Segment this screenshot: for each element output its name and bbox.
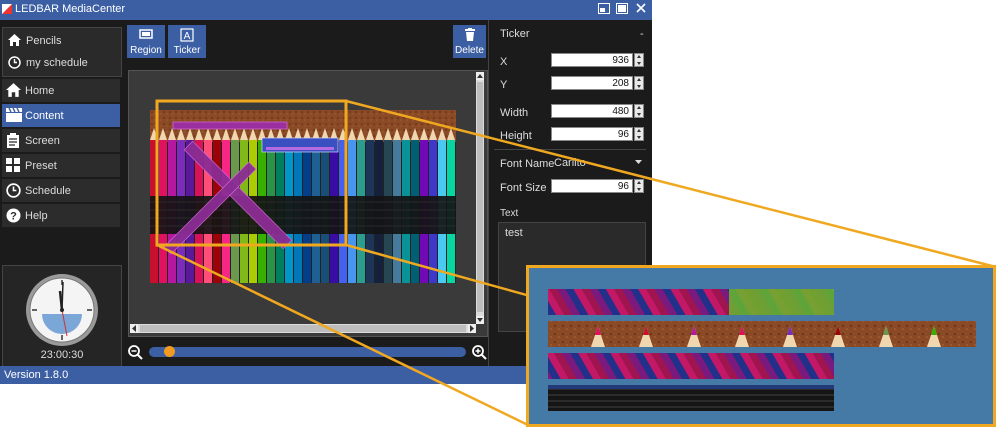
y-spinner[interactable] — [634, 76, 644, 90]
font-size-label: Font Size — [500, 182, 547, 194]
home-icon — [6, 83, 21, 97]
clipboard-icon — [7, 133, 19, 148]
height-label: Height — [500, 130, 532, 142]
close-icon — [636, 3, 646, 13]
maximize-icon — [616, 3, 628, 14]
font-name-select[interactable]: Carlito — [551, 155, 644, 170]
zoom-detail-panel — [526, 265, 996, 427]
region-icon — [139, 29, 153, 39]
region-label: Region — [130, 45, 162, 56]
zoom-in-icon[interactable] — [472, 345, 487, 360]
nav-label: Content — [25, 110, 64, 122]
divider — [494, 149, 646, 150]
y-label: Y — [500, 79, 508, 91]
close-button[interactable] — [634, 3, 648, 16]
zoom-out-icon[interactable] — [128, 345, 143, 360]
vertical-scrollbar[interactable] — [476, 72, 484, 324]
collapse-toggle[interactable]: - — [640, 28, 644, 40]
home-icon — [8, 34, 21, 46]
sidebar-item-my-schedule[interactable]: my schedule — [8, 53, 118, 73]
font-name-value: Carlito — [554, 157, 586, 169]
nav-label: Preset — [25, 160, 57, 172]
nav-label: Help — [25, 210, 48, 222]
clock-panel: 23:00:30 — [2, 265, 122, 367]
sidebar-item-pencils[interactable]: Pencils — [8, 31, 118, 51]
clapper-icon — [6, 108, 22, 122]
sidebar-item-label: Pencils — [26, 35, 62, 47]
scroll-down-icon — [476, 316, 484, 324]
clock-time: 23:00:30 — [40, 349, 84, 361]
scroll-up-icon — [476, 72, 484, 80]
chevron-down-icon — [635, 160, 642, 164]
clock-icon — [8, 56, 21, 69]
vertical-scroll-thumb[interactable] — [477, 82, 483, 312]
font-size-spinner[interactable] — [634, 179, 644, 193]
restore-button[interactable] — [597, 3, 611, 16]
panel-divider — [488, 20, 489, 366]
sidebar-item-preset[interactable]: Preset — [2, 154, 120, 178]
trash-icon — [465, 28, 475, 41]
height-spinner[interactable] — [634, 127, 644, 141]
grid-icon — [6, 158, 20, 172]
font-size-input[interactable]: 96 — [551, 179, 633, 193]
version-label: Version 1.8.0 — [4, 369, 69, 381]
zoom-slider-track[interactable] — [149, 347, 466, 357]
delete-label: Delete — [455, 45, 484, 56]
app-logo-icon — [2, 4, 12, 14]
x-spinner[interactable] — [634, 53, 644, 67]
sidebar-item-screen[interactable]: Screen — [2, 129, 120, 153]
help-icon: ? — [6, 208, 21, 223]
title-bar: LEDBAR MediaCenter — [0, 0, 652, 20]
nav-label: Screen — [25, 135, 60, 147]
properties-title: Ticker — [500, 28, 530, 40]
restore-icon — [598, 3, 610, 14]
nav-label: Home — [25, 85, 55, 97]
analog-clock-icon — [26, 274, 98, 346]
svg-text:?: ? — [10, 211, 17, 223]
svg-text:A: A — [184, 31, 191, 42]
delete-button[interactable]: Delete — [453, 25, 486, 58]
region-button[interactable]: Region — [127, 25, 165, 58]
sidebar-item-help[interactable]: ? Help — [2, 204, 120, 228]
sidebar-item-label: my schedule — [26, 57, 88, 69]
clock-icon — [6, 183, 21, 198]
ticker-icon: A — [180, 28, 194, 42]
sidebar-item-content[interactable]: Content — [2, 104, 120, 128]
window-title: LEDBAR MediaCenter — [15, 3, 126, 15]
pencils-preview-image — [150, 110, 456, 283]
maximize-button[interactable] — [615, 3, 629, 16]
x-label: X — [500, 56, 508, 68]
width-label: Width — [500, 107, 529, 119]
y-input[interactable]: 208 — [551, 76, 633, 90]
horizontal-scroll-thumb[interactable] — [140, 325, 466, 332]
sidebar-item-schedule[interactable]: Schedule — [2, 179, 120, 203]
ticker-strips-image — [548, 289, 976, 411]
font-name-label: Font Name — [500, 158, 555, 170]
width-input[interactable]: 480 — [551, 104, 633, 118]
ticker-button[interactable]: A Ticker — [168, 25, 206, 58]
x-input[interactable]: 936 — [551, 53, 633, 67]
scroll-right-icon — [468, 324, 476, 333]
nav-label: Schedule — [25, 185, 71, 197]
scroll-left-icon — [130, 324, 138, 333]
width-spinner[interactable] — [634, 104, 644, 118]
sidebar-item-home[interactable]: Home — [2, 79, 120, 103]
height-input[interactable]: 96 — [551, 127, 633, 141]
ticker-label: Ticker — [173, 45, 201, 56]
text-label: Text — [500, 208, 519, 219]
horizontal-scrollbar[interactable] — [130, 324, 476, 333]
